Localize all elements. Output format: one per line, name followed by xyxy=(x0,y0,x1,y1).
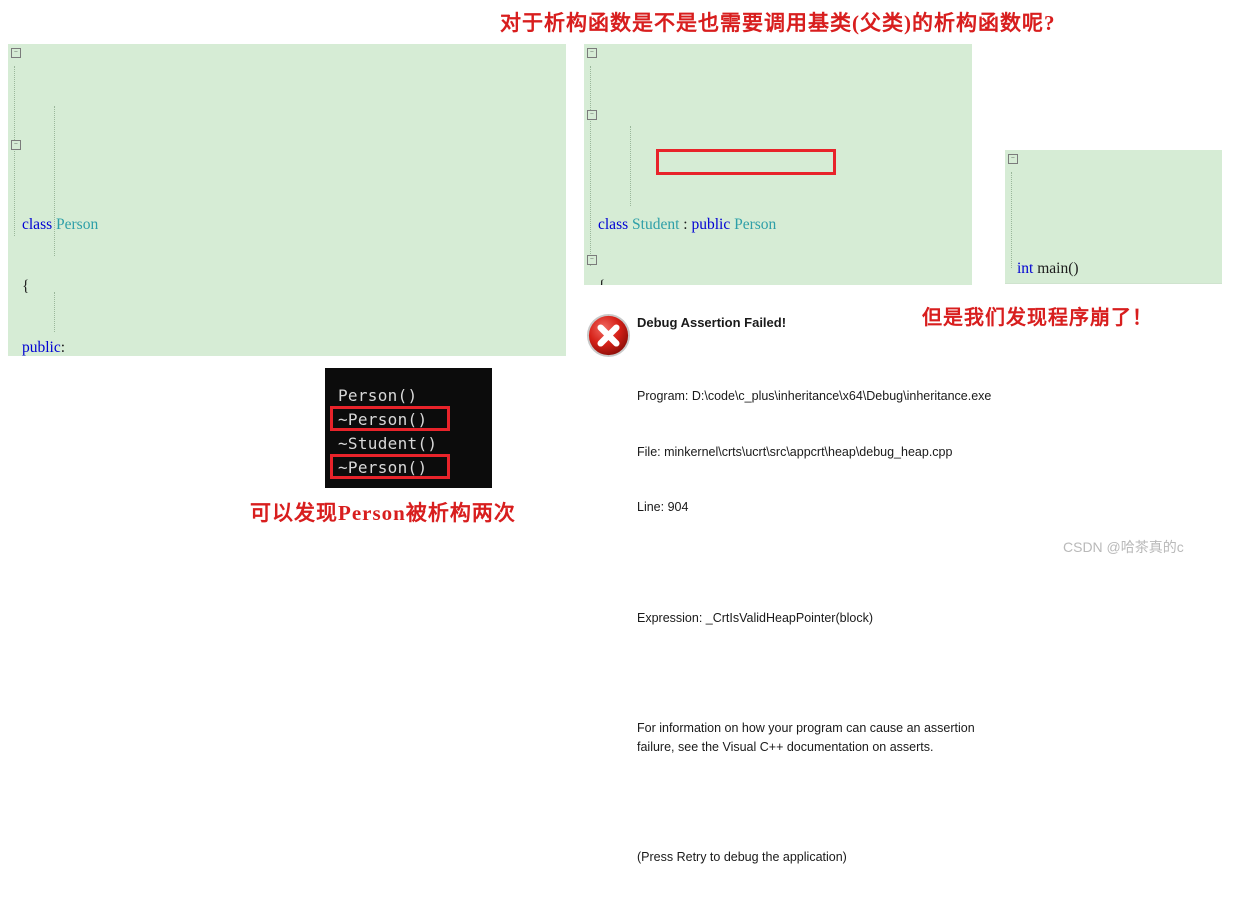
code-line: class Person xyxy=(22,215,99,233)
assertion-body: Program: D:\code\c_plus\inheritance\x64\… xyxy=(637,350,1017,904)
assertion-retry-hint: (Press Retry to debug the application) xyxy=(637,850,847,864)
highlight-box-console-person-destructor-2 xyxy=(330,454,450,479)
console-line: ~Student() xyxy=(338,434,438,453)
code-indent-guide xyxy=(14,66,15,236)
code-line: { xyxy=(22,277,30,295)
code-block-main: − int main() { Student s("张三"); return 0… xyxy=(1005,150,1222,283)
console-line: Person() xyxy=(338,386,418,405)
debug-assertion-dialog: Debug Assertion Failed! Program: D:\code… xyxy=(585,312,1015,864)
code-line: { xyxy=(598,277,972,285)
code-indent-guide xyxy=(54,292,55,332)
code-fold-icon[interactable]: − xyxy=(587,48,597,58)
annotation-program-crashed: 但是我们发现程序崩了！ xyxy=(922,307,1153,329)
assertion-program: Program: D:\code\c_plus\inheritance\x64\… xyxy=(637,389,992,403)
code-fold-icon[interactable]: − xyxy=(1008,154,1018,164)
assertion-file: File: minkernel\crts\ucrt\src\appcrt\hea… xyxy=(637,444,953,459)
code-indent-guide xyxy=(590,66,591,266)
assertion-info: For information on how your program can … xyxy=(637,721,975,754)
code-line: public: xyxy=(22,339,66,356)
highlight-box-base-destructor-call xyxy=(656,149,836,175)
code-line: int main() xyxy=(1017,259,1079,277)
code-line: class Student : public Person xyxy=(598,215,777,233)
code-fold-icon[interactable]: − xyxy=(587,110,597,120)
code-indent-guide xyxy=(1011,172,1012,268)
annotation-title: 对于析构函数是不是也需要调用基类(父类)的析构函数呢? xyxy=(500,11,1056,35)
assertion-title: Debug Assertion Failed! xyxy=(637,315,787,330)
annotation-destructed-twice: 可以发现Person被析构两次 xyxy=(250,501,516,525)
code-fold-icon[interactable]: − xyxy=(587,255,597,265)
assertion-expression: Expression: _CrtIsValidHeapPointer(block… xyxy=(637,610,873,625)
code-indent-guide xyxy=(630,126,631,206)
error-cross-icon xyxy=(586,313,631,358)
highlight-box-console-person-destructor-1 xyxy=(330,406,450,431)
code-fold-icon[interactable]: − xyxy=(11,140,21,150)
csdn-watermark: CSDN @哈茶真的c xyxy=(1063,539,1184,555)
code-fold-icon[interactable]: − xyxy=(11,48,21,58)
code-block-person: − − class Person { public: ~Person() { c… xyxy=(8,44,566,356)
assertion-line: Line: 904 xyxy=(637,500,689,514)
